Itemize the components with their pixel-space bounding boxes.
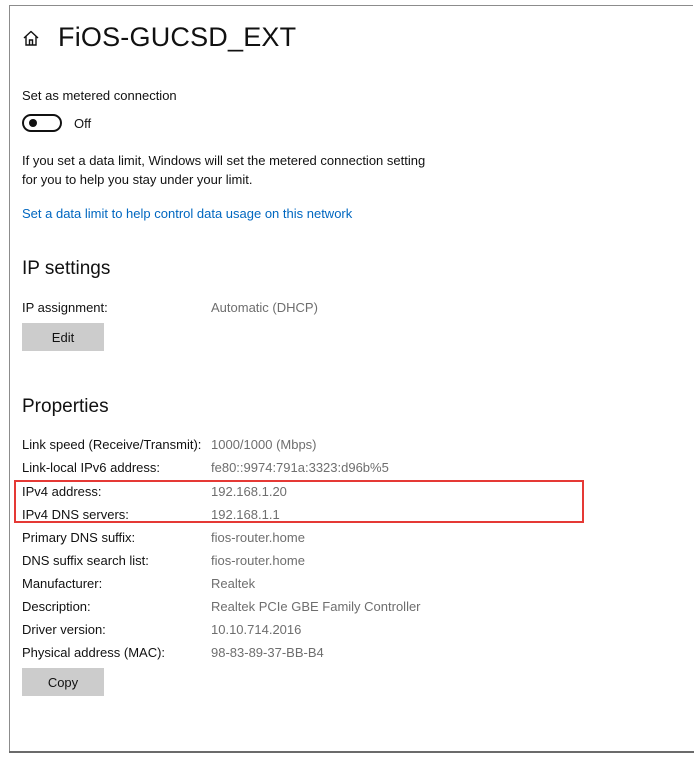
property-value: 1000/1000 (Mbps)	[211, 437, 317, 452]
page-header: FiOS-GUCSD_EXT	[22, 22, 296, 53]
toggle-state-label: Off	[74, 115, 92, 131]
properties-heading: Properties	[22, 396, 109, 417]
settings-window	[9, 5, 693, 752]
property-value: Realtek PCIe GBE Family Controller	[211, 599, 421, 614]
property-key: Primary DNS suffix:	[22, 530, 136, 545]
property-value: fe80::9974:791a:3323:d96b%5	[211, 460, 389, 475]
property-key: Link-local IPv6 address:	[22, 460, 161, 475]
scrolled-text-fragment	[22, 54, 322, 60]
property-value: fios-router.home	[211, 530, 305, 545]
property-key: Link speed (Receive/Transmit):	[22, 437, 202, 452]
property-value: Realtek	[211, 576, 256, 591]
property-key: Description:	[22, 599, 91, 614]
ipv4-highlight-annotation	[14, 480, 584, 523]
window-bottom-edge	[9, 751, 694, 753]
property-value: 98-83-89-37-BB-B4	[211, 645, 324, 660]
metered-connection-label: Set as metered connection	[22, 88, 177, 103]
page-title: FiOS-GUCSD_EXT	[58, 22, 297, 52]
data-limit-link[interactable]: Set a data limit to help control data us…	[22, 206, 352, 221]
ip-assignment-value: Automatic (DHCP)	[211, 300, 318, 315]
edit-button[interactable]: Edit	[22, 323, 104, 351]
property-value: fios-router.home	[211, 553, 305, 568]
metered-toggle[interactable]	[22, 114, 62, 132]
home-icon[interactable]	[22, 29, 40, 47]
metered-toggle-row: Off	[22, 114, 91, 132]
property-key: DNS suffix search list:	[22, 553, 149, 568]
ip-assignment-label: IP assignment:	[22, 300, 108, 315]
property-key: Driver version:	[22, 622, 106, 637]
metered-description: If you set a data limit, Windows will se…	[22, 153, 426, 187]
property-key: Physical address (MAC):	[22, 645, 166, 660]
property-value: 10.10.714.2016	[211, 622, 302, 637]
property-key: Manufacturer:	[22, 576, 103, 591]
copy-button[interactable]: Copy	[22, 668, 104, 696]
ip-settings-heading: IP settings	[22, 258, 111, 279]
toggle-knob	[29, 119, 37, 127]
